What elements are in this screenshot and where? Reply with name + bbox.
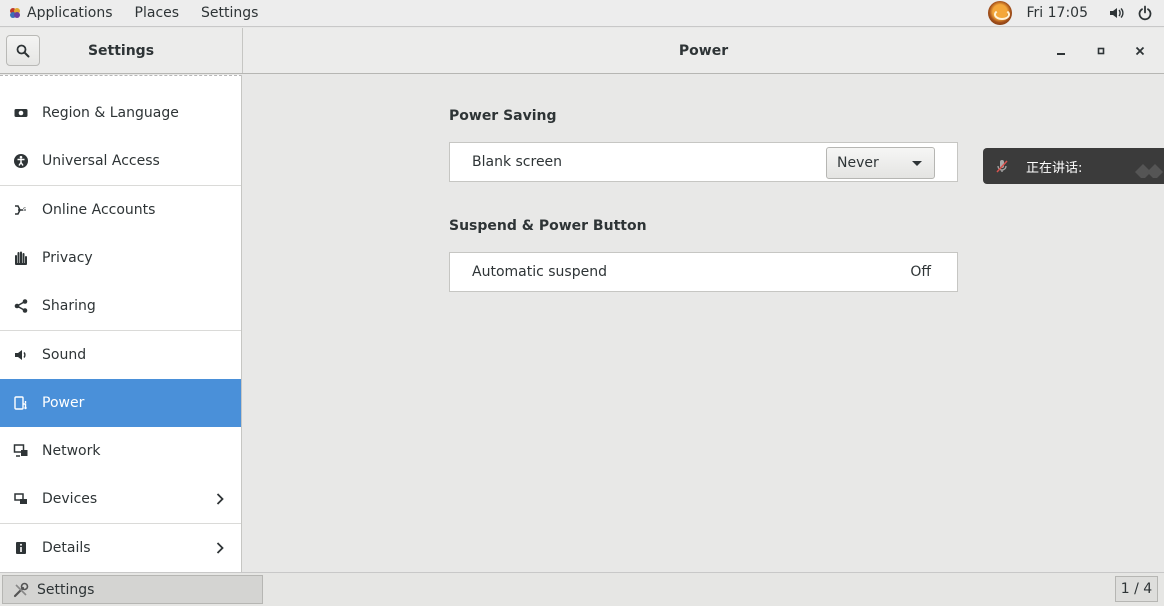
sidebar-item-label: Power bbox=[42, 395, 85, 411]
automatic-suspend-label: Automatic suspend bbox=[472, 264, 607, 280]
sidebar-item-power[interactable]: Power bbox=[0, 379, 241, 427]
blank-screen-value: Never bbox=[837, 155, 879, 171]
automatic-suspend-row[interactable]: Automatic suspend Off bbox=[449, 252, 958, 292]
svg-text:s: s bbox=[23, 206, 26, 213]
sidebar-item-region-language[interactable]: Region & Language bbox=[0, 89, 241, 137]
chevron-right-icon bbox=[216, 542, 224, 554]
maximize-icon bbox=[1097, 47, 1105, 55]
sidebar-item-online-accounts[interactable]: s Online Accounts bbox=[0, 186, 241, 234]
search-icon bbox=[16, 44, 30, 57]
sidebar-item-label: Region & Language bbox=[42, 105, 179, 121]
accessibility-icon bbox=[13, 153, 29, 169]
sidebar-item-label: Sharing bbox=[42, 298, 96, 314]
sidebar-item-universal-access[interactable]: Universal Access bbox=[0, 137, 241, 185]
close-icon bbox=[1135, 46, 1145, 56]
share-icon bbox=[13, 298, 29, 314]
top-menu: Applications Places Settings bbox=[0, 0, 269, 26]
sidebar-item-sharing[interactable]: Sharing bbox=[0, 282, 241, 330]
power-saving-heading: Power Saving bbox=[449, 108, 557, 124]
sidebar-item-privacy[interactable]: Privacy bbox=[0, 234, 241, 282]
chevron-right-icon bbox=[216, 493, 224, 505]
sidebar-item-sound[interactable]: Sound bbox=[0, 331, 241, 379]
power-settings-icon bbox=[13, 395, 29, 411]
close-button[interactable] bbox=[1120, 28, 1160, 74]
dropdown-arrow-icon bbox=[912, 161, 922, 166]
minimize-icon bbox=[1057, 53, 1065, 55]
sidebar-header: Settings bbox=[0, 28, 243, 73]
info-icon bbox=[13, 540, 29, 556]
scroll-edge-divider bbox=[0, 75, 241, 76]
sidebar-item-details[interactable]: Details bbox=[0, 524, 241, 572]
suspend-heading: Suspend & Power Button bbox=[449, 218, 647, 234]
automatic-suspend-value: Off bbox=[910, 264, 931, 280]
workspace-indicator[interactable]: 1 / 4 bbox=[1115, 576, 1158, 602]
sidebar-item-label: Details bbox=[42, 540, 91, 556]
user-avatar-icon[interactable] bbox=[987, 1, 1012, 25]
blank-screen-row: Blank screen Never bbox=[449, 142, 958, 182]
sidebar-item-label: Privacy bbox=[42, 250, 93, 266]
header-bar: Settings Power bbox=[0, 28, 1164, 74]
settings-sidebar: Region & Language Universal Access s Onl… bbox=[0, 75, 242, 572]
places-menu[interactable]: Places bbox=[124, 0, 191, 26]
speaking-label: 正在讲话: bbox=[1026, 160, 1083, 176]
blank-screen-dropdown[interactable]: Never bbox=[826, 147, 935, 179]
volume-icon[interactable] bbox=[1106, 3, 1126, 23]
blank-screen-label: Blank screen bbox=[472, 154, 563, 170]
online-accounts-icon: s bbox=[13, 202, 29, 218]
network-icon bbox=[13, 443, 29, 459]
privacy-hand-icon bbox=[13, 250, 29, 266]
settings-menu[interactable]: Settings bbox=[190, 0, 269, 26]
maximize-button[interactable] bbox=[1081, 28, 1121, 74]
sidebar-item-label: Sound bbox=[42, 347, 87, 363]
sidebar-item-devices[interactable]: Devices bbox=[0, 475, 241, 523]
minimize-button[interactable] bbox=[1041, 28, 1081, 74]
microphone-muted-icon bbox=[993, 157, 1011, 175]
search-button[interactable] bbox=[6, 35, 40, 66]
taskbar-window-settings[interactable]: Settings bbox=[2, 575, 263, 604]
region-icon bbox=[13, 105, 29, 121]
devices-icon bbox=[13, 491, 29, 507]
taskbar-window-label: Settings bbox=[37, 581, 95, 598]
drag-grip-icon[interactable] bbox=[1131, 154, 1164, 178]
sound-icon bbox=[13, 347, 29, 363]
settings-tools-icon bbox=[11, 580, 31, 600]
sidebar-item-label: Devices bbox=[42, 491, 98, 507]
sidebar-item-label: Online Accounts bbox=[42, 202, 156, 218]
speaking-indicator: 正在讲话: bbox=[983, 148, 1164, 184]
top-panel: Applications Places Settings Fri 17:05 bbox=[0, 0, 1164, 27]
sidebar-item-network[interactable]: Network bbox=[0, 427, 241, 475]
sidebar-item-label: Network bbox=[42, 443, 101, 459]
bottom-taskbar: Settings 1 / 4 bbox=[0, 572, 1164, 606]
power-icon[interactable] bbox=[1135, 3, 1155, 23]
clock[interactable]: Fri 17:05 bbox=[1027, 5, 1088, 21]
sidebar-item-label: Universal Access bbox=[42, 153, 160, 169]
page-title: Power bbox=[678, 42, 729, 59]
applications-menu[interactable]: Applications bbox=[16, 0, 124, 26]
